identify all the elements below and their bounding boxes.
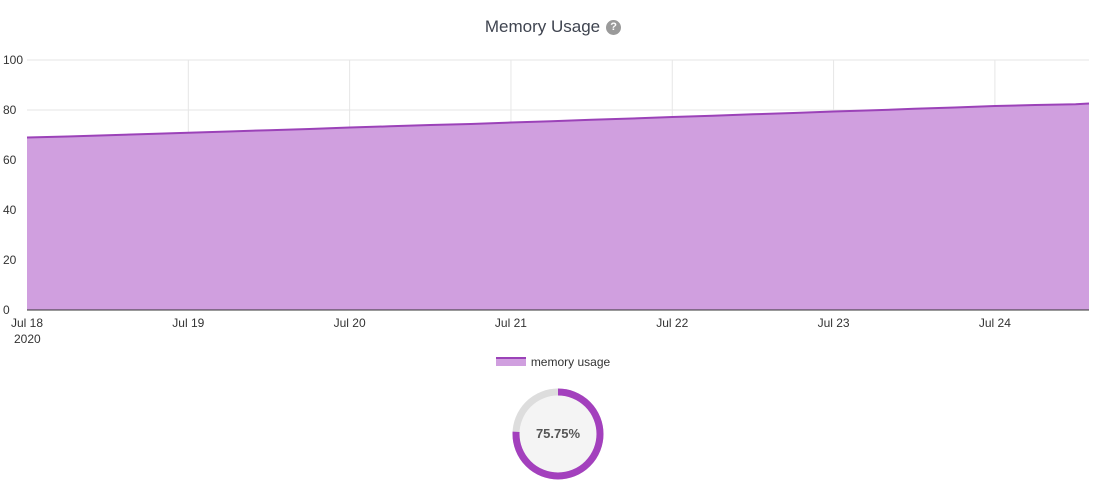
y-tick-label: 0 xyxy=(3,303,10,317)
legend-swatch xyxy=(495,357,526,367)
x-tick-label: Jul 18 xyxy=(11,316,43,330)
x-tick-label: Jul 19 xyxy=(172,316,204,330)
x-tick-label: Jul 22 xyxy=(656,316,688,330)
y-tick-label: 60 xyxy=(3,153,17,167)
y-tick-label: 100 xyxy=(3,53,23,67)
x-tick-label: Jul 21 xyxy=(495,316,527,330)
memory-usage-area-chart: 0 20 40 60 80 100 Jul 18 Jul 19 Jul 20 Jul 21 Jul … xyxy=(3,53,1090,346)
x-year-label: 2020 xyxy=(14,332,41,346)
y-tick-label: 20 xyxy=(3,253,17,267)
x-tick-label: Jul 23 xyxy=(818,316,850,330)
legend-label: memory usage xyxy=(530,354,611,369)
y-tick-label: 40 xyxy=(3,203,17,217)
y-tick-label: 80 xyxy=(3,103,17,117)
x-tick-label: Jul 20 xyxy=(334,316,366,330)
series-area xyxy=(27,103,1089,310)
chart-legend[interactable]: memory usage xyxy=(0,354,1106,369)
memory-gauge: 75.75% xyxy=(511,387,605,481)
x-tick-label: Jul 24 xyxy=(979,316,1011,330)
gauge-value: 75.75% xyxy=(535,426,581,441)
